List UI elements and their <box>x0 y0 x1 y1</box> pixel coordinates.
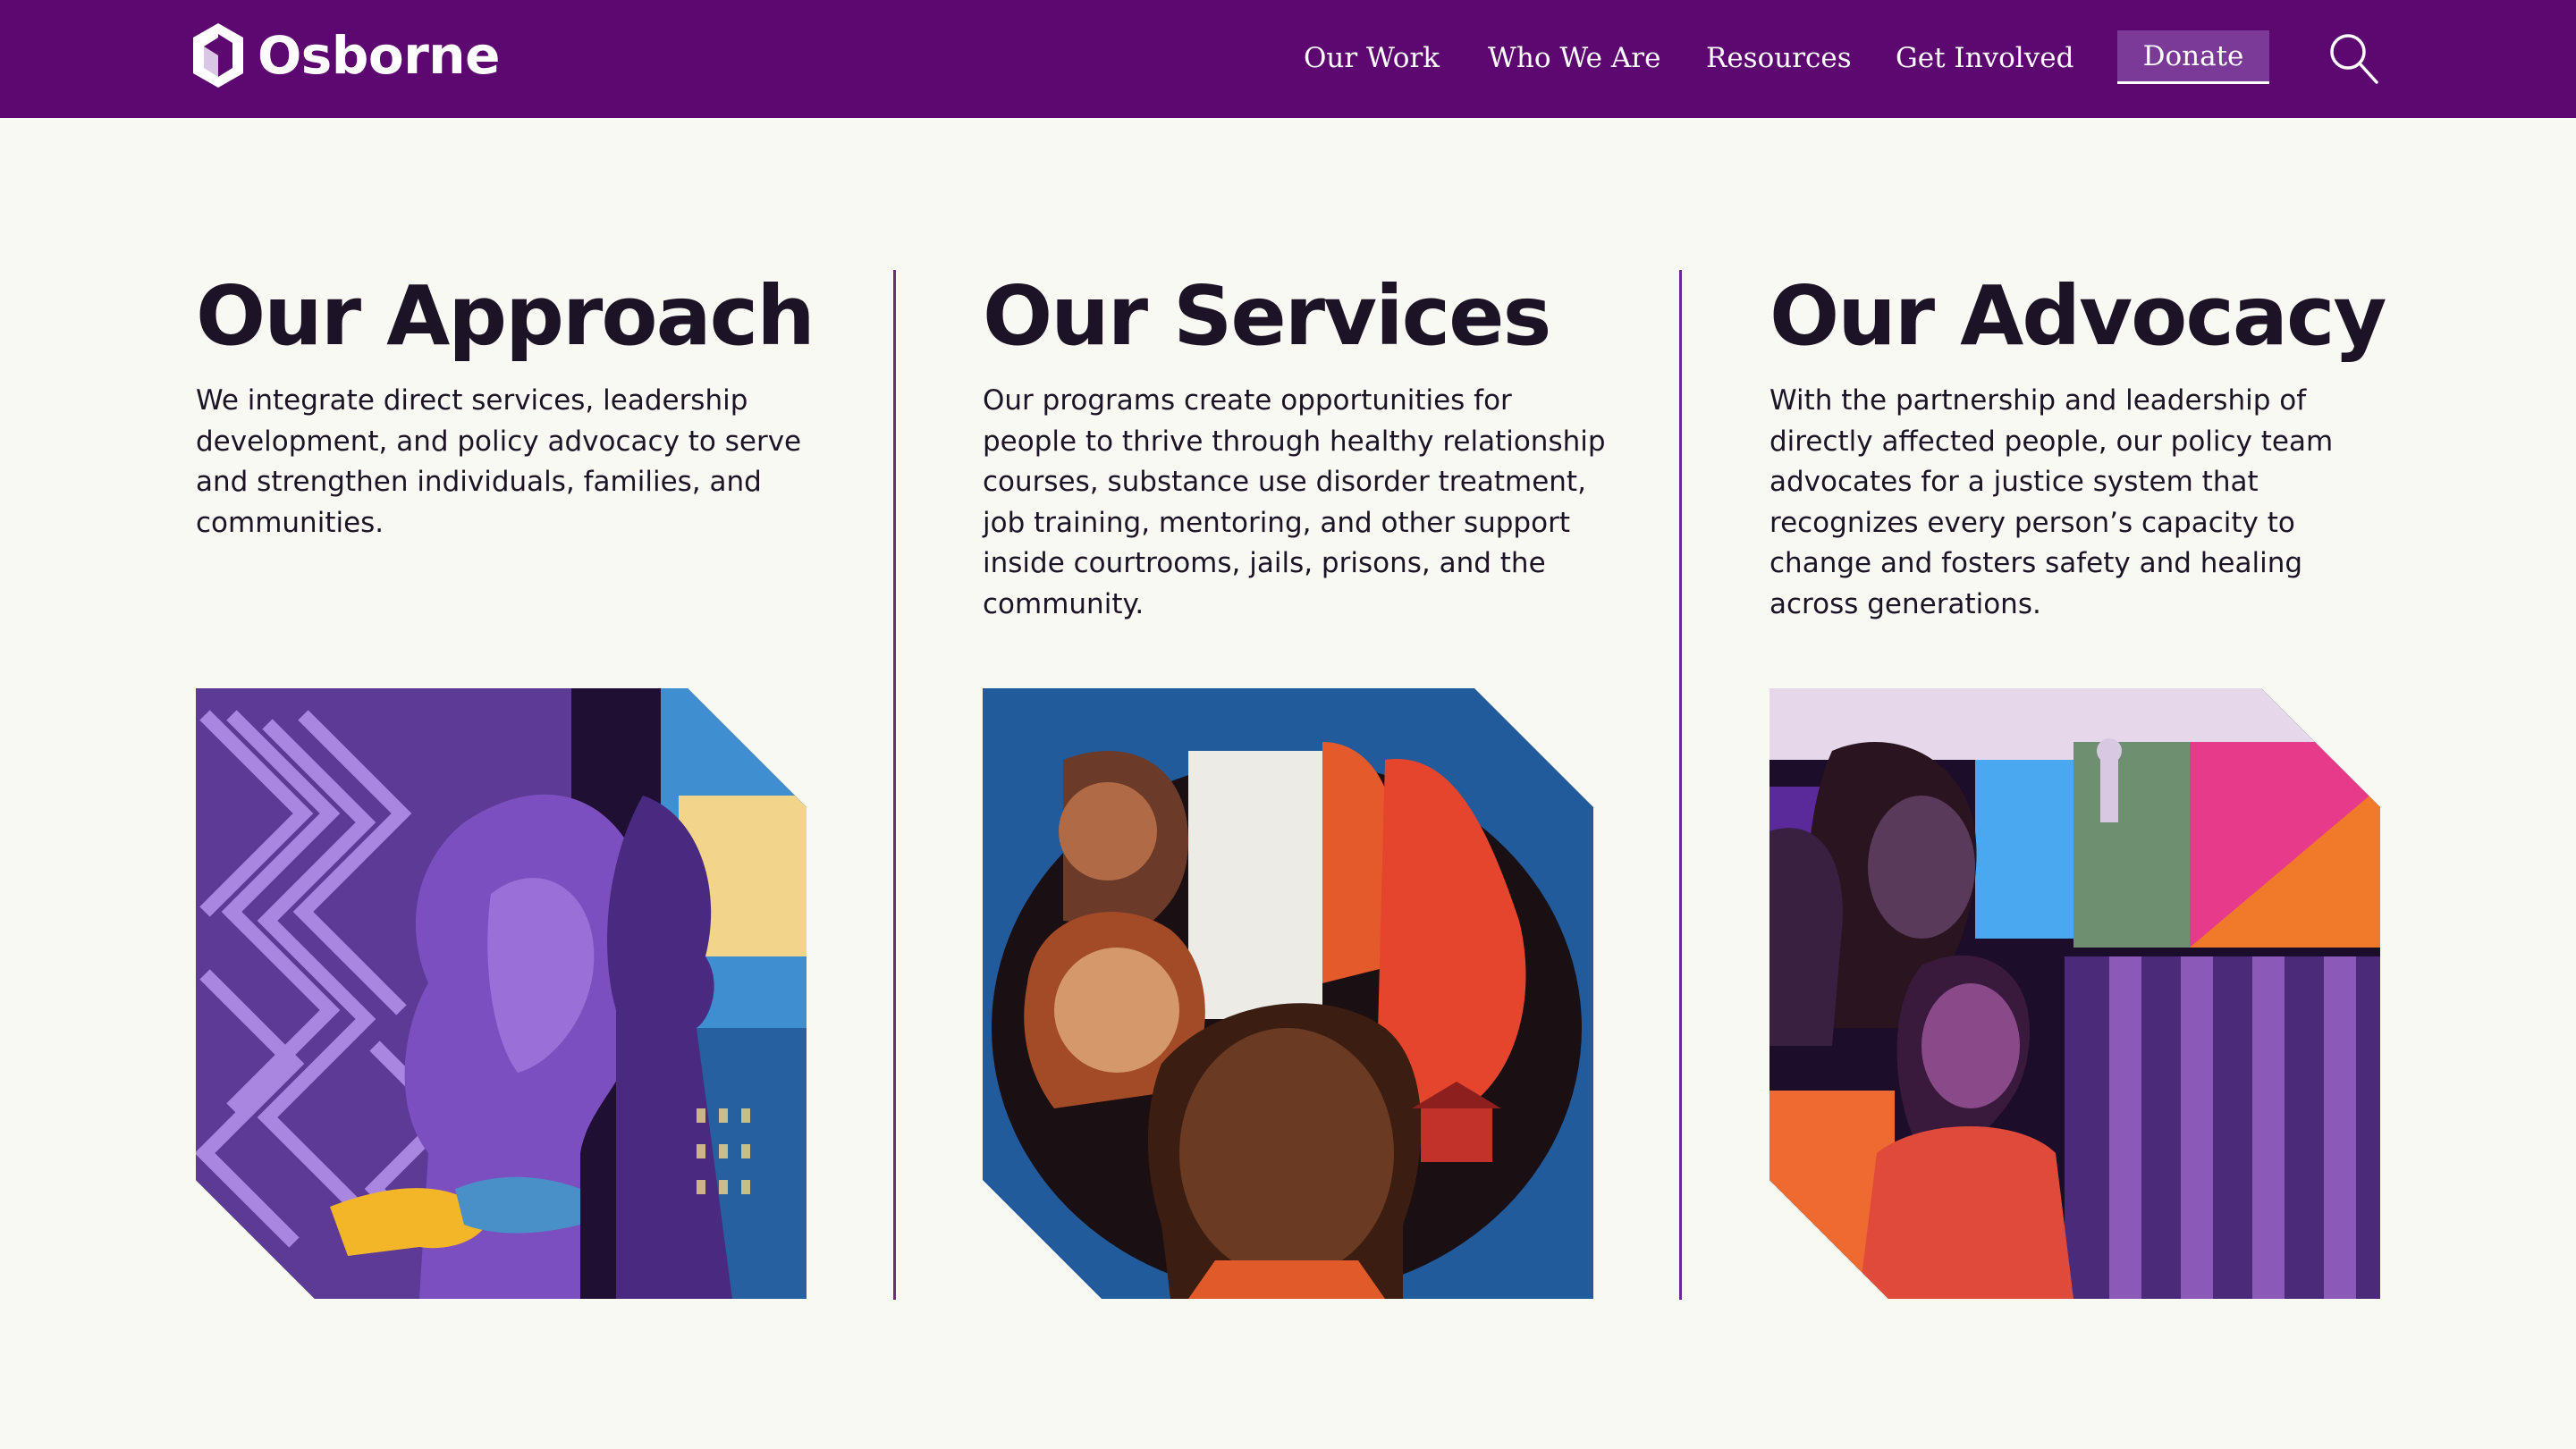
brand-name: Osborne <box>258 25 500 86</box>
section-title: Our Advocacy <box>1769 268 2386 364</box>
search-icon <box>2330 34 2378 84</box>
community-portraits-illustration <box>983 688 1593 1299</box>
column-divider <box>1679 270 1682 1300</box>
maze-profiles-illustration <box>196 688 807 1299</box>
donate-button[interactable]: Donate <box>2117 30 2269 84</box>
hexagon-logo-icon <box>193 23 243 88</box>
section-our-advocacy: Our Advocacy With the partnership and le… <box>1769 265 2395 625</box>
nav-who-we-are[interactable]: Who We Are <box>1488 42 1660 74</box>
nav-get-involved[interactable]: Get Involved <box>1896 42 2073 74</box>
nav-resources[interactable]: Resources <box>1706 42 1852 74</box>
search-button[interactable] <box>2325 30 2382 88</box>
section-title: Our Services <box>983 268 1551 364</box>
section-body: We integrate direct services, leadership… <box>196 384 802 539</box>
column-divider <box>893 270 896 1300</box>
section-body: With the partnership and leadership of d… <box>1769 384 2334 620</box>
site-header: Osborne Our Work Who We Are Resources Ge… <box>0 0 2576 118</box>
osborne-logo[interactable]: Osborne <box>191 21 500 89</box>
section-our-approach: Our Approach We integrate direct service… <box>196 265 822 543</box>
section-body: Our programs create opportunities for pe… <box>983 384 1606 620</box>
section-title: Our Approach <box>196 268 815 364</box>
section-our-services: Our Services Our programs create opportu… <box>983 265 1609 625</box>
courthouse-portraits-illustration <box>1769 688 2380 1299</box>
nav-our-work[interactable]: Our Work <box>1304 42 1440 74</box>
